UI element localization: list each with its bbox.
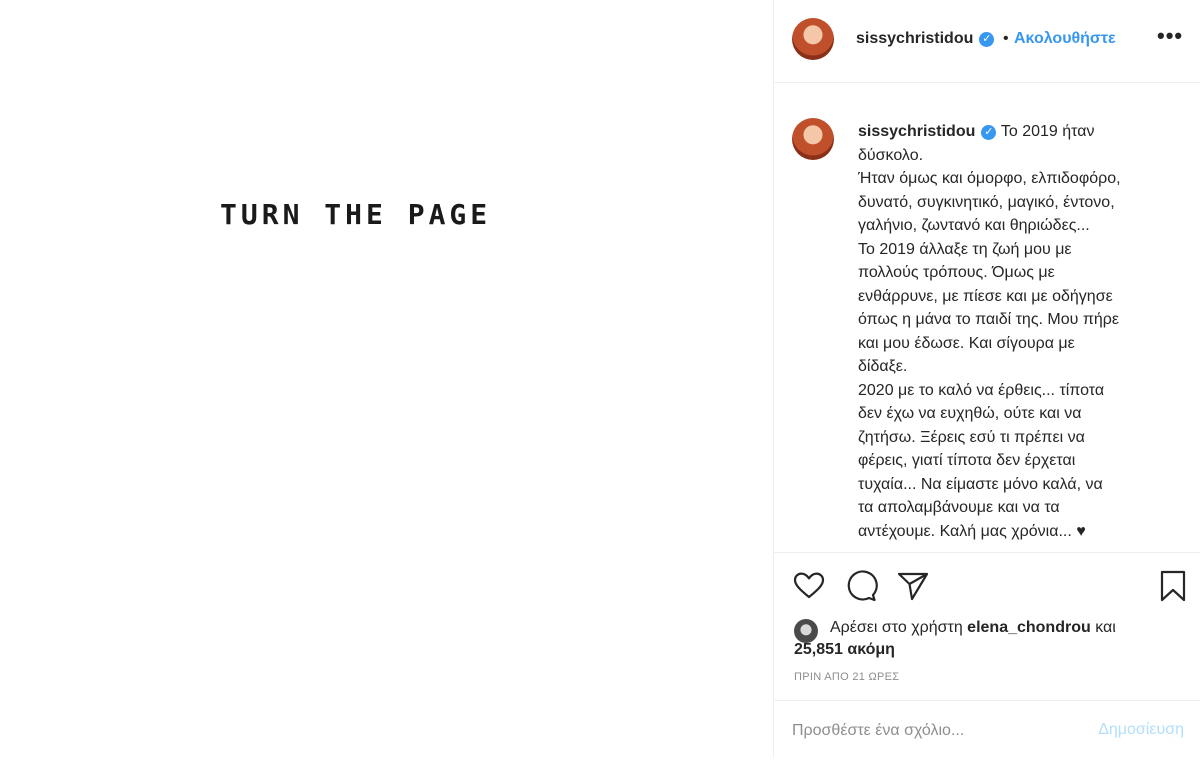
post-image[interactable]: TURN THE PAGE xyxy=(0,0,773,758)
header-username-group: sissychristidou ✓ xyxy=(856,30,995,48)
caption-line: δίδαξε. xyxy=(858,358,908,375)
caption-body: sissychristidou ✓ Το 2019 ήταν δύσκολο. Ή… xyxy=(858,120,1178,543)
caption-line: και μου έδωσε. Και σίγουρα με xyxy=(858,334,1075,352)
caption-line: 2020 με το καλό να έρθεις... τίποτα xyxy=(858,381,1105,399)
post-actions: Αρέσει στο χρήστη elena_chondrou και 25,… xyxy=(774,552,1200,759)
post-image-text: TURN THE PAGE xyxy=(220,198,492,231)
likes-text: Αρέσει στο χρήστη elena_chondrou και xyxy=(830,617,1174,639)
caption-line: Ήταν όμως και όμορφο, ελπιδοφόρο, xyxy=(858,170,1121,187)
caption-line: τυχαία... Να είμαστε μόνο καλά, να xyxy=(858,475,1103,493)
caption-line: sissychristidou ✓ Το 2019 ήταν xyxy=(858,120,1178,144)
liker-avatar[interactable] xyxy=(794,619,818,643)
verified-badge-icon: ✓ xyxy=(981,125,997,140)
post-timestamp[interactable]: ΠΡΙΝ ΑΠΟ 21 ΩΡΕΣ xyxy=(794,671,899,683)
verified-badge-icon: ✓ xyxy=(979,32,995,47)
caption-text: Το 2019 ήταν xyxy=(1000,123,1095,140)
caption-line: φέρεις, γιατί τίποτα δεν έρχεται xyxy=(858,452,1076,469)
more-options-icon[interactable]: ••• xyxy=(1157,25,1183,50)
caption-line: δυνατό, συγκινητικό, μαγικό, έντονο, xyxy=(858,193,1115,211)
caption-username[interactable]: sissychristidou xyxy=(858,123,975,140)
caption-line: ενθάρρυνε, με πίεσε και με οδήγησε xyxy=(858,287,1113,305)
caption-line: Το 2019 άλλαξε τη ζωή μου με xyxy=(858,240,1072,258)
add-comment-row: Δημοσίευση xyxy=(774,700,1200,760)
likes-summary: Αρέσει στο χρήστη elena_chondrou και 25,… xyxy=(794,617,1174,661)
liker-username[interactable]: elena_chondrou xyxy=(967,619,1091,636)
header-separator: • xyxy=(1003,30,1009,47)
caption-avatar[interactable] xyxy=(792,118,834,160)
caption-line: τα απολαμβάνουμε και να τα xyxy=(858,499,1060,516)
heart-icon[interactable] xyxy=(792,569,826,603)
profile-avatar[interactable] xyxy=(792,18,834,60)
comment-icon[interactable] xyxy=(844,569,878,603)
caption-line: πολλούς τρόπους. Όμως με xyxy=(858,264,1055,281)
post-side-panel: sissychristidou ✓ • Ακολουθήστε ••• sissy… xyxy=(774,0,1200,758)
follow-button[interactable]: Ακολουθήστε xyxy=(1014,30,1116,48)
likes-middle: και xyxy=(1090,619,1116,636)
post-comment-button[interactable]: Δημοσίευση xyxy=(1084,721,1184,739)
likes-prefix: Αρέσει στο χρήστη xyxy=(830,619,968,636)
caption-line: ζητήσω. Ξέρεις εσύ τι πρέπει να xyxy=(858,428,1085,446)
caption-line: γαλήνιο, ζωντανό και θηριώδες... xyxy=(858,217,1090,234)
post-header: sissychristidou ✓ • Ακολουθήστε ••• xyxy=(774,0,1200,83)
caption-line: αντέχουμε. Καλή μας χρόνια... ♥ xyxy=(858,522,1086,540)
post-caption: sissychristidou ✓ Το 2019 ήταν δύσκολο. Ή… xyxy=(774,82,1200,552)
share-icon[interactable] xyxy=(896,569,930,603)
caption-line: όπως η μάνα το παιδί της. Μου πήρε xyxy=(858,311,1120,328)
bookmark-icon[interactable] xyxy=(1156,569,1190,603)
likes-count[interactable]: 25,851 ακόμη xyxy=(794,639,1174,661)
comment-input[interactable] xyxy=(792,719,1072,743)
caption-line: δύσκολο. xyxy=(858,146,924,164)
caption-line: δεν έχω να ευχηθώ, ούτε και να xyxy=(858,405,1082,422)
header-username[interactable]: sissychristidou xyxy=(856,30,973,47)
